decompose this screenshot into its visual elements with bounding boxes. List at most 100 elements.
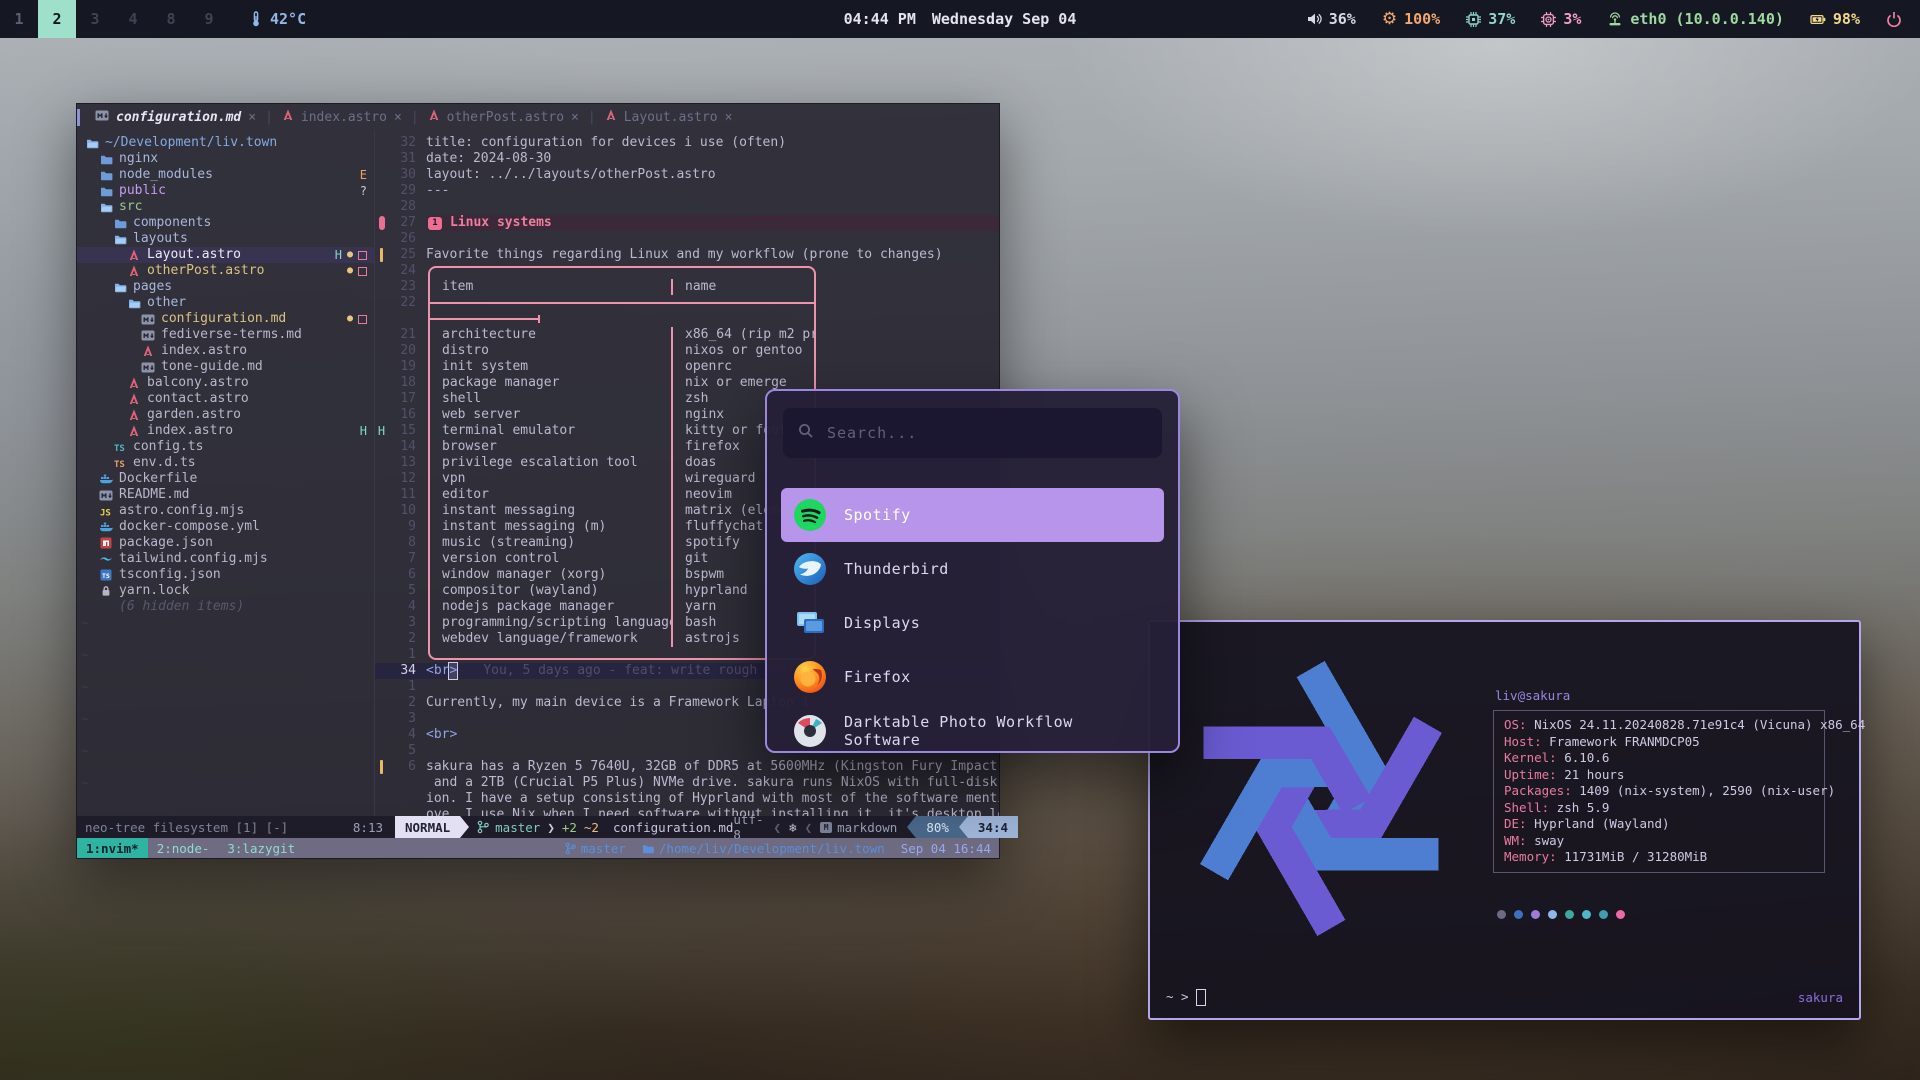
tree-item-astro.config.mjs[interactable]: JSastro.config.mjs bbox=[77, 503, 374, 519]
tmux-window-3lazygit[interactable]: 3:lazygit bbox=[218, 838, 304, 858]
tree-item-yarn.lock[interactable]: yarn.lock bbox=[77, 583, 374, 599]
tree-item-public[interactable]: public? bbox=[77, 183, 374, 199]
workspace-button-4[interactable]: 4 bbox=[114, 0, 152, 38]
tab-layout-astro[interactable]: Layout.astro × bbox=[596, 104, 742, 130]
tree-item-otherpost.astro[interactable]: otherPost.astro● bbox=[77, 263, 374, 279]
editor-line: 25Favorite things regarding Linux and my… bbox=[375, 247, 999, 263]
workspace-button-8[interactable]: 8 bbox=[152, 0, 190, 38]
tree-item-fediverse-terms.md[interactable]: fediverse-terms.md bbox=[77, 327, 374, 343]
tree-item-dockerfile[interactable]: Dockerfile bbox=[77, 471, 374, 487]
close-tab-icon[interactable]: × bbox=[725, 110, 733, 125]
line-number: 8 bbox=[388, 535, 416, 551]
workspace-button-3[interactable]: 3 bbox=[76, 0, 114, 38]
cpu-module[interactable]: 37% bbox=[1466, 10, 1515, 28]
tmux-window-2node[interactable]: 2:node- bbox=[148, 838, 219, 858]
line-number: 25 bbox=[388, 247, 416, 263]
tree-item-tsconfig.json[interactable]: TStsconfig.json bbox=[77, 567, 374, 583]
tree-root-label: ~/Development/liv.town bbox=[105, 135, 277, 151]
power-module[interactable] bbox=[1886, 11, 1902, 27]
tree-item-config.ts[interactable]: TSconfig.ts bbox=[77, 439, 374, 455]
tree-item-components[interactable]: components bbox=[77, 215, 374, 231]
line-number: 14 bbox=[388, 439, 416, 455]
close-tab-icon[interactable]: × bbox=[571, 110, 579, 125]
tree-item-layouts[interactable]: layouts bbox=[77, 231, 374, 247]
close-tab-icon[interactable]: × bbox=[394, 110, 402, 125]
workspace-button-1[interactable]: 1 bbox=[0, 0, 38, 38]
brightness-module[interactable]: ⚙ 100% bbox=[1382, 10, 1440, 28]
git-status-indicators: ● bbox=[347, 263, 367, 279]
fetch-info-label: OS: bbox=[1504, 717, 1527, 732]
markdown-file-icon bbox=[95, 110, 109, 125]
table-cell-item: init system bbox=[430, 359, 671, 375]
network-module[interactable]: eth0 (10.0.0.140) bbox=[1607, 10, 1784, 28]
fetch-info-value: zsh 5.9 bbox=[1549, 800, 1609, 815]
table-cell-item: browser bbox=[430, 439, 671, 455]
tab-otherpost-astro[interactable]: otherPost.astro × bbox=[419, 104, 588, 130]
tree-item-layout.astro[interactable]: Layout.astroH● bbox=[77, 247, 374, 263]
thermometer-icon bbox=[250, 11, 262, 27]
cursor-location: 34:4 bbox=[968, 816, 1018, 838]
tab-configuration-md[interactable]: configuration.md × bbox=[86, 104, 265, 130]
close-tab-icon[interactable]: × bbox=[248, 110, 256, 125]
tree-item--6-hidden-items-[interactable]: (6 hidden items) bbox=[77, 599, 374, 615]
docker-icon bbox=[99, 474, 113, 485]
volume-module[interactable]: 36% bbox=[1307, 10, 1356, 28]
battery-module[interactable]: 98% bbox=[1810, 10, 1860, 28]
folder-open-icon bbox=[99, 202, 113, 213]
tab-index-astro[interactable]: index.astro × bbox=[273, 104, 411, 130]
gear-icon: ⚙ bbox=[1382, 11, 1397, 28]
editor-line: 20distronixos or gentoo bbox=[375, 343, 999, 359]
docker-icon bbox=[99, 522, 113, 533]
tree-item-balcony.astro[interactable]: balcony.astro bbox=[77, 375, 374, 391]
tree-item-node-modules[interactable]: node_modulesE bbox=[77, 167, 374, 183]
tree-item-configuration.md[interactable]: configuration.md● bbox=[77, 311, 374, 327]
git-branch-segment[interactable]: master bbox=[477, 820, 540, 835]
tree-item-label: tsconfig.json bbox=[119, 567, 221, 583]
launcher-item-firefox[interactable]: Firefox bbox=[781, 650, 1164, 704]
tree-item-garden.astro[interactable]: garden.astro bbox=[77, 407, 374, 423]
tree-item-env.d.ts[interactable]: TSenv.d.ts bbox=[77, 455, 374, 471]
gpu-module[interactable]: 3% bbox=[1541, 10, 1581, 28]
tab-label: otherPost.astro bbox=[447, 110, 564, 125]
tree-item-package.json[interactable]: package.json bbox=[77, 535, 374, 551]
tree-item-pages[interactable]: pages bbox=[77, 279, 374, 295]
tree-item-nginx[interactable]: nginx bbox=[77, 151, 374, 167]
line-content: --- bbox=[426, 183, 999, 199]
tree-item-docker-compose.yml[interactable]: docker-compose.yml bbox=[77, 519, 374, 535]
gpu-value: 3% bbox=[1563, 10, 1581, 28]
tab-label: configuration.md bbox=[116, 110, 241, 125]
markdown-table-row: distronixos or gentoo bbox=[428, 343, 816, 359]
launcher-item-displays[interactable]: Displays bbox=[781, 596, 1164, 650]
tree-item-tone-guide.md[interactable]: tone-guide.md bbox=[77, 359, 374, 375]
workspace-button-9[interactable]: 9 bbox=[190, 0, 228, 38]
workspace-switcher: 123489 bbox=[0, 0, 228, 38]
tree-item-index.astro[interactable]: index.astroH bbox=[77, 423, 374, 439]
temperature-module[interactable]: 42°C bbox=[250, 10, 306, 28]
tree-item-tailwind.config.mjs[interactable]: tailwind.config.mjs bbox=[77, 551, 374, 567]
launcher-item-thunderbird[interactable]: Thunderbird bbox=[781, 542, 1164, 596]
tmux-cwd: /home/liv/Development/liv.town bbox=[642, 841, 885, 856]
line-number: 23 bbox=[388, 279, 416, 295]
table-cell-item: programming/scripting language bbox=[430, 615, 671, 631]
tree-item-readme.md[interactable]: README.md bbox=[77, 487, 374, 503]
launcher-item-darktable[interactable]: Darktable Photo Workflow Software bbox=[781, 704, 1164, 753]
tmux-git-branch: master bbox=[565, 841, 626, 856]
statusline-filename: configuration.md bbox=[613, 820, 733, 835]
cursor-block: > bbox=[449, 663, 457, 679]
fetch-info-label: WM: bbox=[1504, 833, 1527, 848]
tree-root-folder[interactable]: ~/Development/liv.town bbox=[77, 135, 374, 151]
search-input[interactable] bbox=[825, 423, 1147, 443]
shell-prompt[interactable]: ~ > bbox=[1166, 989, 1206, 1006]
tree-item-contact.astro[interactable]: contact.astro bbox=[77, 391, 374, 407]
launcher-search-box[interactable] bbox=[783, 408, 1162, 458]
tree-item-src[interactable]: src bbox=[77, 199, 374, 215]
tree-item-other[interactable]: other bbox=[77, 295, 374, 311]
tree-item-label: README.md bbox=[119, 487, 189, 503]
tree-item-index.astro[interactable]: index.astro bbox=[77, 343, 374, 359]
editor-line: ion. I have a setup consisting of Hyprla… bbox=[375, 791, 999, 807]
tmux-window-1nvim[interactable]: 1:nvim* bbox=[77, 838, 148, 858]
launcher-item-spotify[interactable]: Spotify bbox=[781, 488, 1164, 542]
workspace-button-2[interactable]: 2 bbox=[38, 0, 76, 38]
table-separator-fragment bbox=[428, 318, 540, 320]
astro-icon bbox=[127, 377, 141, 389]
